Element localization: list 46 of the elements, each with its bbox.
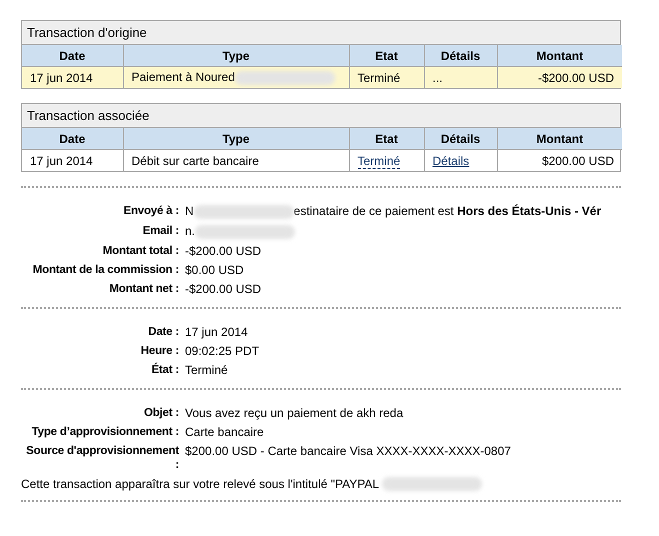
- field-label: Source d'approvisionnement :: [25, 444, 179, 472]
- cell-text: Paiement à Noured: [132, 70, 235, 84]
- field-value: 17 jun 2014: [185, 324, 248, 339]
- column-header: Type: [123, 45, 349, 66]
- column-header: Etat: [349, 128, 424, 150]
- table-cell: 17 jun 2014: [22, 150, 123, 171]
- field-label: Type d’approvisionnement :: [30, 424, 179, 439]
- panel-title: Transaction d'origine: [22, 21, 620, 45]
- column-header: Détails: [424, 128, 497, 150]
- field-value: Carte bancaire: [185, 424, 264, 439]
- column-header: Détails: [424, 45, 497, 66]
- field-value: $200.00 USD - Carte bancaire Visa XXXX-XXXX-XXXX-0807: [185, 444, 511, 458]
- field-label: Montant total :: [102, 244, 179, 258]
- field-label: Montant net :: [108, 282, 179, 296]
- field-value: n.: [185, 224, 196, 238]
- field-value: -$200.00 USD: [185, 244, 262, 258]
- field-value: N: [185, 204, 194, 218]
- field-label: Heure :: [140, 344, 179, 358]
- field-value: $0.00 USD: [185, 262, 244, 277]
- field-value: estinataire de ce paiement est Hors des États-Unis - Vér: [294, 204, 602, 218]
- field-value: Terminé: [185, 362, 228, 377]
- status-text[interactable]: Terminé: [358, 154, 400, 168]
- statement-note: Cette transaction apparaîtra sur votre relevé sous l'intitulé "PAYPAL: [21, 476, 379, 491]
- table-cell: $200.00 USD: [497, 150, 622, 171]
- field-label: Date :: [147, 324, 179, 339]
- table-cell: Terminé: [349, 66, 424, 88]
- field-value: 09:02:25 PDT: [185, 344, 260, 358]
- details-link[interactable]: Détails: [432, 154, 470, 168]
- column-header: Montant: [497, 45, 622, 66]
- column-header: Etat: [349, 45, 424, 66]
- table-cell: -$200.00 USD: [497, 66, 622, 88]
- column-header: Type: [123, 128, 349, 150]
- field-value: -$200.00 USD: [185, 282, 262, 296]
- field-value: Vous avez reçu un paiement de akh reda: [185, 406, 404, 420]
- panel-title: Transaction associée: [22, 104, 620, 128]
- field-label: Objet :: [142, 406, 179, 420]
- column-header: Montant: [497, 128, 622, 150]
- field-label: Montant de la commission :: [32, 262, 179, 277]
- column-header: Date: [22, 45, 123, 66]
- table-cell: ...: [424, 66, 497, 88]
- table-cell: Débit sur carte bancaire: [123, 150, 349, 171]
- field-label: Envoyé à :: [122, 204, 179, 219]
- field-label: État :: [150, 362, 179, 377]
- table-cell: 17 jun 2014: [22, 66, 123, 88]
- field-label: Email :: [142, 224, 179, 239]
- column-header: Date: [22, 128, 123, 150]
